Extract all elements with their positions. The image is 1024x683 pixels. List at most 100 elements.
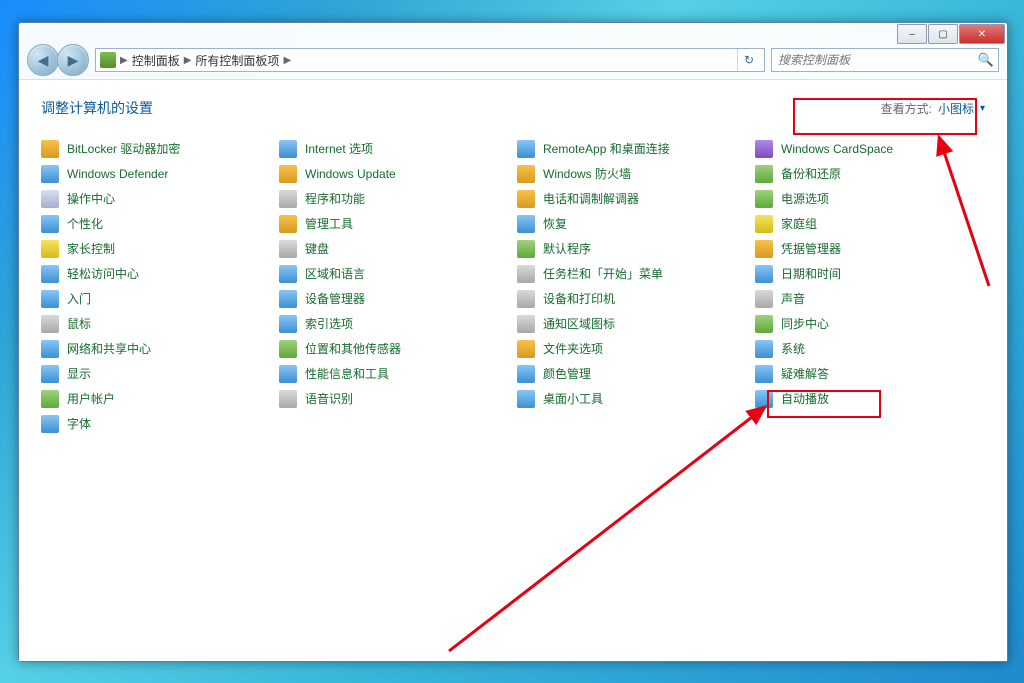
item-icon: [41, 140, 59, 158]
control-panel-item[interactable]: 日期和时间: [751, 261, 989, 286]
item-label: 日期和时间: [781, 265, 841, 282]
item-label: 管理工具: [305, 215, 353, 232]
control-panel-item[interactable]: Internet 选项: [275, 136, 513, 161]
item-icon: [41, 265, 59, 283]
control-panel-item[interactable]: 鼠标: [37, 311, 275, 336]
item-icon: [517, 315, 535, 333]
control-panel-item[interactable]: 用户帐户: [37, 386, 275, 411]
item-label: 区域和语言: [305, 265, 365, 282]
control-panel-item[interactable]: 系统: [751, 336, 989, 361]
control-panel-item[interactable]: 网络和共享中心: [37, 336, 275, 361]
control-panel-item[interactable]: 个性化: [37, 211, 275, 236]
control-panel-item[interactable]: Windows Update: [275, 161, 513, 186]
refresh-button[interactable]: ↻: [737, 49, 760, 71]
control-panel-item[interactable]: 桌面小工具: [513, 386, 751, 411]
item-icon: [517, 290, 535, 308]
item-label: 任务栏和「开始」菜单: [543, 265, 663, 282]
close-button[interactable]: ✕: [959, 24, 1005, 44]
control-panel-item[interactable]: Windows Defender: [37, 161, 275, 186]
item-label: 性能信息和工具: [305, 365, 389, 382]
control-panel-item[interactable]: 备份和还原: [751, 161, 989, 186]
item-label: 显示: [67, 365, 91, 382]
item-icon: [279, 190, 297, 208]
breadcrumb-all-items[interactable]: 所有控制面板项: [195, 52, 279, 69]
item-label: 鼠标: [67, 315, 91, 332]
item-icon: [517, 165, 535, 183]
item-label: 位置和其他传感器: [305, 340, 401, 357]
control-panel-item[interactable]: BitLocker 驱动器加密: [37, 136, 275, 161]
control-panel-item[interactable]: 设备和打印机: [513, 286, 751, 311]
item-icon: [41, 340, 59, 358]
control-panel-item[interactable]: 设备管理器: [275, 286, 513, 311]
control-panel-item[interactable]: Windows 防火墙: [513, 161, 751, 186]
control-panel-icon: [100, 52, 116, 68]
control-panel-item[interactable]: 声音: [751, 286, 989, 311]
control-panel-item[interactable]: 程序和功能: [275, 186, 513, 211]
item-label: 索引选项: [305, 315, 353, 332]
item-label: 声音: [781, 290, 805, 307]
control-panel-item[interactable]: 字体: [37, 411, 275, 436]
item-icon: [517, 140, 535, 158]
item-label: Windows 防火墙: [543, 165, 631, 182]
item-icon: [517, 240, 535, 258]
control-panel-item[interactable]: 性能信息和工具: [275, 361, 513, 386]
page-title: 调整计算机的设置: [41, 98, 153, 118]
item-icon: [517, 390, 535, 408]
item-label: 文件夹选项: [543, 340, 603, 357]
control-panel-item[interactable]: Windows CardSpace: [751, 136, 989, 161]
maximize-button[interactable]: ▢: [928, 24, 958, 44]
item-icon: [755, 340, 773, 358]
item-label: 字体: [67, 415, 91, 432]
item-label: 恢复: [543, 215, 567, 232]
control-panel-item[interactable]: 索引选项: [275, 311, 513, 336]
item-label: 语音识别: [305, 390, 353, 407]
control-panel-item[interactable]: 默认程序: [513, 236, 751, 261]
item-icon: [755, 390, 773, 408]
control-panel-item[interactable]: 颜色管理: [513, 361, 751, 386]
item-label: 操作中心: [67, 190, 115, 207]
control-panel-item[interactable]: 语音识别: [275, 386, 513, 411]
control-panel-item[interactable]: 家庭组: [751, 211, 989, 236]
address-bar[interactable]: ▶ 控制面板 ▶ 所有控制面板项 ▶ ↻: [95, 48, 765, 72]
control-panel-item[interactable]: 凭据管理器: [751, 236, 989, 261]
control-panel-item[interactable]: 入门: [37, 286, 275, 311]
control-panel-item[interactable]: RemoteApp 和桌面连接: [513, 136, 751, 161]
control-panel-item[interactable]: 任务栏和「开始」菜单: [513, 261, 751, 286]
control-panel-item[interactable]: 恢复: [513, 211, 751, 236]
item-icon: [279, 140, 297, 158]
control-panel-item[interactable]: 电源选项: [751, 186, 989, 211]
breadcrumb-control-panel[interactable]: 控制面板: [132, 52, 180, 69]
control-panel-item[interactable]: 操作中心: [37, 186, 275, 211]
control-panel-item[interactable]: 自动播放: [751, 386, 989, 411]
item-label: 备份和还原: [781, 165, 841, 182]
control-panel-item[interactable]: 疑难解答: [751, 361, 989, 386]
control-panel-item[interactable]: 管理工具: [275, 211, 513, 236]
view-mode-selector[interactable]: 查看方式: 小图标 ▾: [881, 100, 985, 117]
item-icon: [41, 190, 59, 208]
view-mode-value[interactable]: 小图标: [938, 100, 974, 117]
item-label: 默认程序: [543, 240, 591, 257]
control-panel-item[interactable]: 同步中心: [751, 311, 989, 336]
control-panel-item[interactable]: 文件夹选项: [513, 336, 751, 361]
minimize-button[interactable]: –: [897, 24, 927, 44]
item-icon: [279, 290, 297, 308]
control-panel-item[interactable]: 家长控制: [37, 236, 275, 261]
item-label: 凭据管理器: [781, 240, 841, 257]
control-panel-item[interactable]: 轻松访问中心: [37, 261, 275, 286]
control-panel-item[interactable]: 电话和调制解调器: [513, 186, 751, 211]
control-panel-item[interactable]: 键盘: [275, 236, 513, 261]
window-controls: – ▢ ✕: [897, 24, 1005, 44]
control-panel-item[interactable]: 区域和语言: [275, 261, 513, 286]
item-icon: [41, 315, 59, 333]
control-panel-item[interactable]: 显示: [37, 361, 275, 386]
item-icon: [41, 365, 59, 383]
item-label: 键盘: [305, 240, 329, 257]
control-panel-item[interactable]: 通知区域图标: [513, 311, 751, 336]
back-button[interactable]: ◀: [27, 44, 59, 76]
item-icon: [755, 215, 773, 233]
forward-button[interactable]: ▶: [57, 44, 89, 76]
search-input[interactable]: [776, 52, 978, 68]
control-panel-item[interactable]: 位置和其他传感器: [275, 336, 513, 361]
search-box[interactable]: 🔍: [771, 48, 999, 72]
item-label: 设备管理器: [305, 290, 365, 307]
